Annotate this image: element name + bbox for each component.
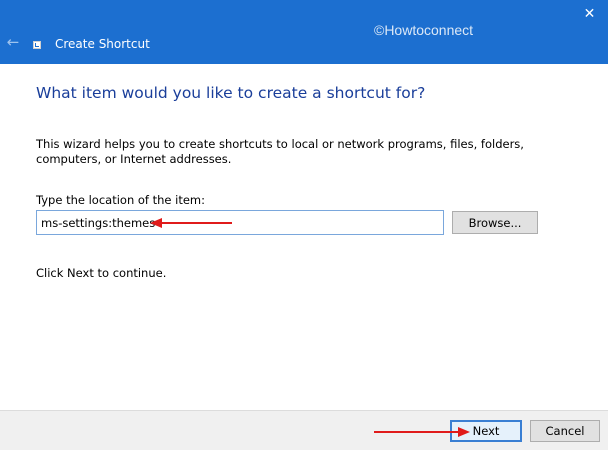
- location-label: Type the location of the item:: [36, 193, 206, 207]
- location-input[interactable]: [36, 210, 444, 235]
- page-heading: What item would you like to create a sho…: [36, 84, 426, 102]
- browse-button[interactable]: Browse...: [452, 211, 538, 234]
- title-bar: ← Create Shortcut ©Howtoconnect ✕: [0, 0, 608, 64]
- shortcut-app-icon: [33, 41, 41, 49]
- wizard-description: This wizard helps you to create shortcut…: [36, 137, 524, 166]
- close-icon[interactable]: ✕: [571, 0, 608, 28]
- window-title: Create Shortcut: [55, 37, 150, 51]
- back-arrow-icon[interactable]: ←: [4, 33, 22, 51]
- next-button[interactable]: Next: [450, 420, 522, 442]
- watermark: ©Howtoconnect: [374, 22, 474, 38]
- cancel-button[interactable]: Cancel: [530, 420, 600, 442]
- continue-text: Click Next to continue.: [36, 266, 167, 280]
